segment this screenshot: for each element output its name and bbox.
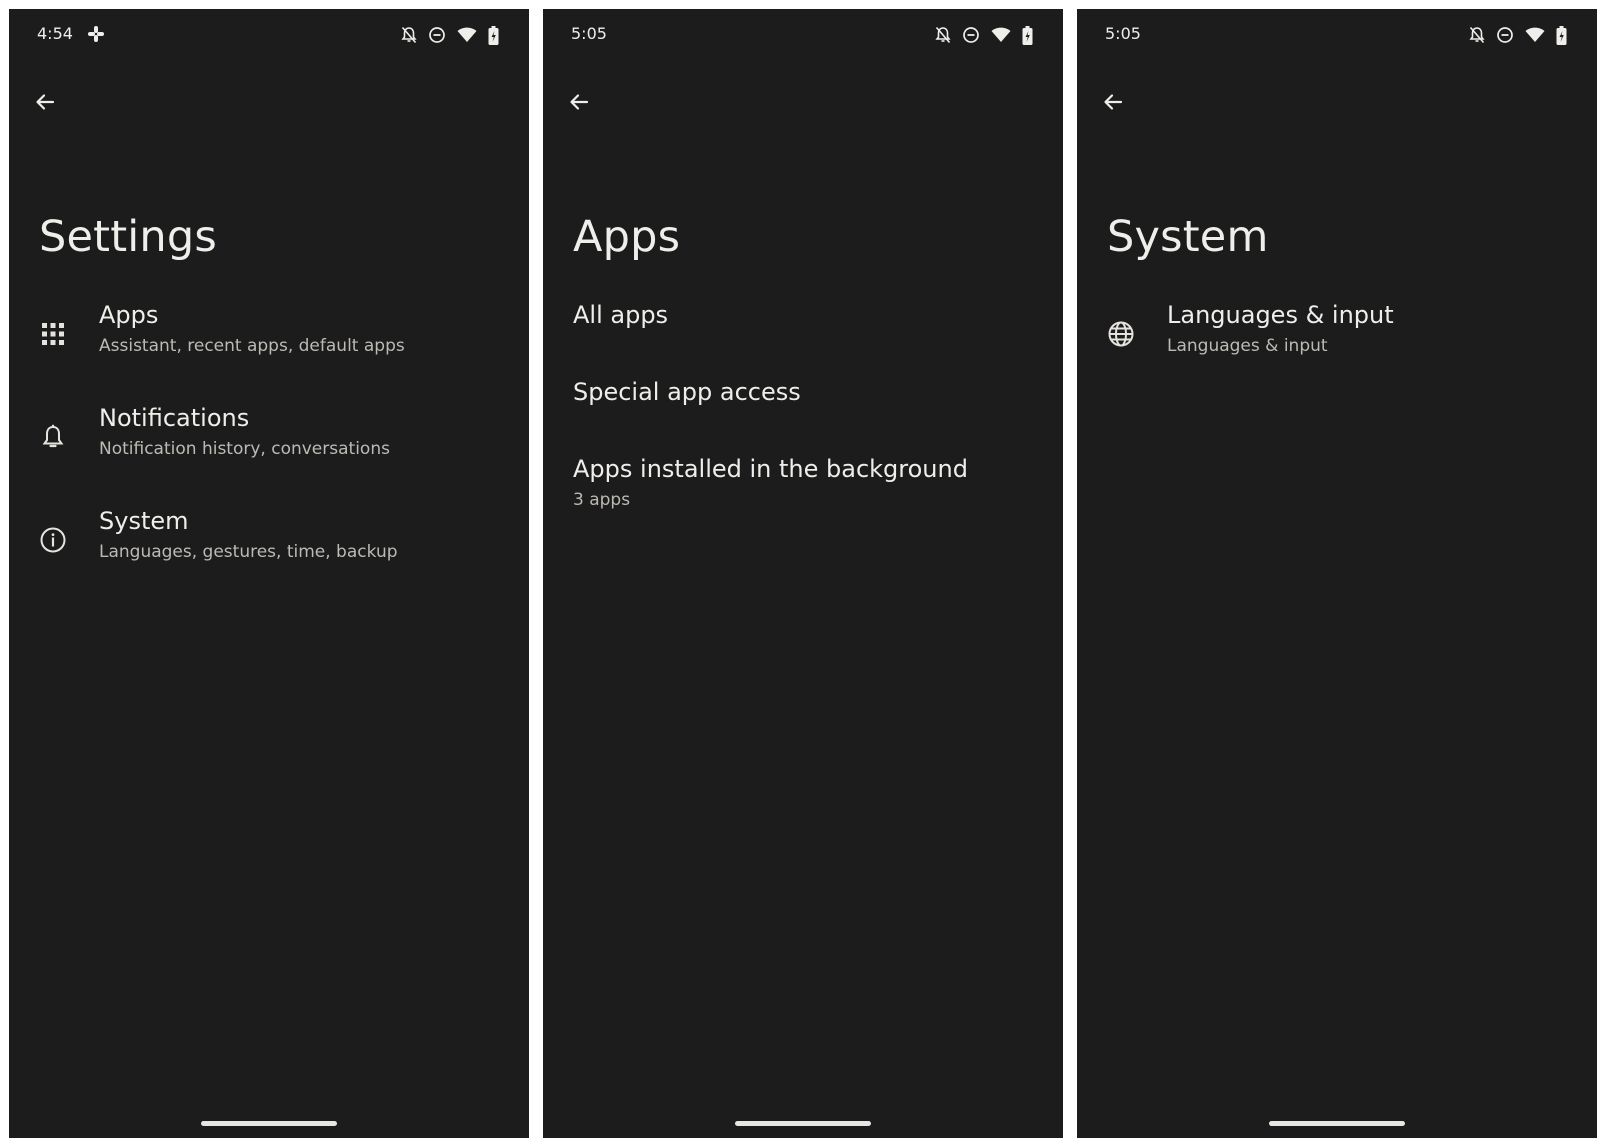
item-title: System bbox=[99, 507, 189, 535]
status-time: 5:05 bbox=[571, 24, 607, 43]
item-subtitle: Assistant, recent apps, default apps bbox=[99, 336, 405, 356]
item-title: Notifications bbox=[99, 404, 250, 432]
page-title: Apps bbox=[573, 212, 681, 262]
settings-screen: 4:54 Settings Apps Assistant, recent app… bbox=[9, 9, 529, 1138]
page-title: Settings bbox=[39, 212, 217, 262]
item-subtitle: 3 apps bbox=[573, 490, 631, 510]
apps-item-all-apps[interactable]: All apps bbox=[543, 301, 1063, 378]
home-gesture-bar[interactable] bbox=[735, 1121, 871, 1126]
system-item-languages-input[interactable]: Languages & input Languages & input bbox=[1077, 301, 1597, 404]
status-time: 5:05 bbox=[1105, 24, 1141, 43]
do-not-disturb-icon bbox=[962, 26, 980, 44]
wifi-icon bbox=[991, 27, 1011, 43]
wifi-icon bbox=[457, 27, 477, 43]
item-title: Apps installed in the background bbox=[573, 455, 968, 483]
battery-charging-icon bbox=[488, 25, 499, 45]
battery-charging-icon bbox=[1556, 25, 1567, 45]
settings-item-notifications[interactable]: Notifications Notification history, conv… bbox=[9, 404, 529, 507]
globe-icon bbox=[1107, 320, 1135, 348]
status-bar: 5:05 bbox=[1077, 9, 1597, 61]
arrow-back-icon bbox=[36, 94, 55, 110]
battery-charging-icon bbox=[1022, 25, 1033, 45]
bell-off-icon bbox=[1469, 26, 1485, 44]
arrow-back-icon bbox=[1104, 94, 1123, 110]
back-button[interactable] bbox=[27, 84, 63, 120]
status-icons bbox=[401, 25, 499, 45]
status-time: 4:54 bbox=[37, 24, 73, 43]
status-bar: 4:54 bbox=[9, 9, 529, 61]
home-gesture-bar[interactable] bbox=[1269, 1121, 1405, 1126]
do-not-disturb-icon bbox=[1496, 26, 1514, 44]
wifi-icon bbox=[1525, 27, 1545, 43]
apps-list: All apps Special app access Apps install… bbox=[543, 301, 1063, 532]
bell-off-icon bbox=[935, 26, 951, 44]
item-title: All apps bbox=[573, 301, 669, 329]
arrow-back-icon bbox=[570, 94, 589, 110]
item-subtitle: Languages & input bbox=[1167, 336, 1328, 356]
status-icons bbox=[1469, 25, 1567, 45]
settings-item-apps[interactable]: Apps Assistant, recent apps, default app… bbox=[9, 301, 529, 404]
back-button[interactable] bbox=[561, 84, 597, 120]
system-list: Languages & input Languages & input bbox=[1077, 301, 1597, 404]
apps-screen: 5:05 Apps All apps Special app access Ap… bbox=[543, 9, 1063, 1138]
apps-item-installed-in-background[interactable]: Apps installed in the background 3 apps bbox=[543, 455, 1063, 532]
settings-list: Apps Assistant, recent apps, default app… bbox=[9, 301, 529, 610]
status-bar: 5:05 bbox=[543, 9, 1063, 61]
settings-item-system[interactable]: System Languages, gestures, time, backup bbox=[9, 507, 529, 610]
item-title: Apps bbox=[99, 301, 159, 329]
apps-grid-icon bbox=[39, 320, 67, 348]
do-not-disturb-icon bbox=[428, 26, 446, 44]
status-icons bbox=[935, 25, 1033, 45]
apps-item-special-app-access[interactable]: Special app access bbox=[543, 378, 1063, 455]
home-gesture-bar[interactable] bbox=[201, 1121, 337, 1126]
item-subtitle: Languages, gestures, time, backup bbox=[99, 542, 398, 562]
item-title: Languages & input bbox=[1167, 301, 1394, 329]
system-screen: 5:05 System Languages & input Languages … bbox=[1077, 9, 1597, 1138]
info-icon bbox=[39, 526, 67, 554]
bell-icon bbox=[39, 423, 67, 451]
item-subtitle: Notification history, conversations bbox=[99, 439, 390, 459]
slack-notification-icon bbox=[87, 25, 105, 43]
back-button[interactable] bbox=[1095, 84, 1131, 120]
page-title: System bbox=[1107, 212, 1269, 262]
bell-off-icon bbox=[401, 26, 417, 44]
item-title: Special app access bbox=[573, 378, 801, 406]
